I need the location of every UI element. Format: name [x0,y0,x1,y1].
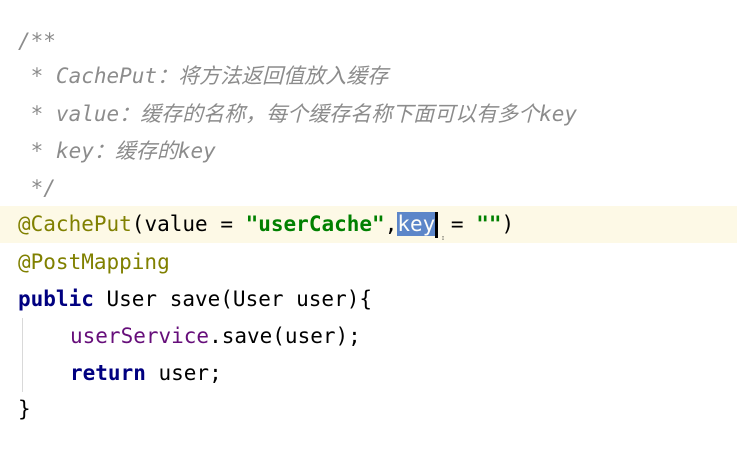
keyword-return: return [70,361,146,385]
comment-line-key: * key：缓存的key [18,139,216,163]
code-line-comment-3[interactable]: * key：缓存的key [0,133,737,170]
code-line-method-signature[interactable]: public User save(User user){ [0,281,737,318]
selected-text-key[interactable]: key [397,212,436,236]
closing-brace: } [18,397,31,421]
code-line-comment-close[interactable]: */ [0,170,737,207]
open-paren: ( [131,212,145,236]
signature-rest: User save(User user){ [93,287,373,311]
comma: , [384,212,398,236]
close-paren: ) [501,212,515,236]
comment-line-value: * value：缓存的名称，每个缓存名称下面可以有多个key [18,102,578,126]
code-line-body-1[interactable]: userService.save(user); [0,318,737,355]
statement-save: userService.save(user); [70,318,361,355]
code-line-body-2[interactable]: return user; [0,355,737,392]
comment-close: */ [18,176,56,200]
code-line-cacheput-annotation[interactable]: @CachePut(value = "userCache",key = "") [0,206,737,243]
annotation-postmapping: @PostMapping [18,250,170,274]
string-empty: "" [476,212,502,236]
code-line-comment-open[interactable]: /** [0,23,737,60]
comment-line-cacheput: * CachePut：将方法返回值放入缓存 [18,64,389,88]
statement-return-rest: user; [145,361,222,385]
string-usercache: "userCache" [245,212,385,236]
code-line-postmapping[interactable]: @PostMapping [0,244,737,281]
method-signature: public User save(User user){ [18,281,372,318]
code-line-comment-2[interactable]: * value：缓存的名称，每个缓存名称下面可以有多个key [0,96,737,133]
code-line-comment-1[interactable]: * CachePut：将方法返回值放入缓存 [0,58,737,95]
keyword-public: public [18,287,94,311]
code-line-closing-brace[interactable]: } [0,391,737,428]
cacheput-annotation: @CachePut(value = "userCache",key = "") [18,206,514,243]
field-userservice: userService [70,324,210,348]
statement-return: return user; [70,355,222,392]
equals-sign: = [207,212,246,236]
comment-open: /** [18,29,56,53]
indent-guide [22,318,23,392]
statement-save-rest: .save(user); [209,324,361,348]
annotation-name-cacheput: @CachePut [18,212,132,236]
code-editor[interactable]: /** * CachePut：将方法返回值放入缓存 * value：缓存的名称，… [0,0,737,450]
mouse-ibeam-icon [442,236,444,240]
param-value: value [144,212,208,236]
